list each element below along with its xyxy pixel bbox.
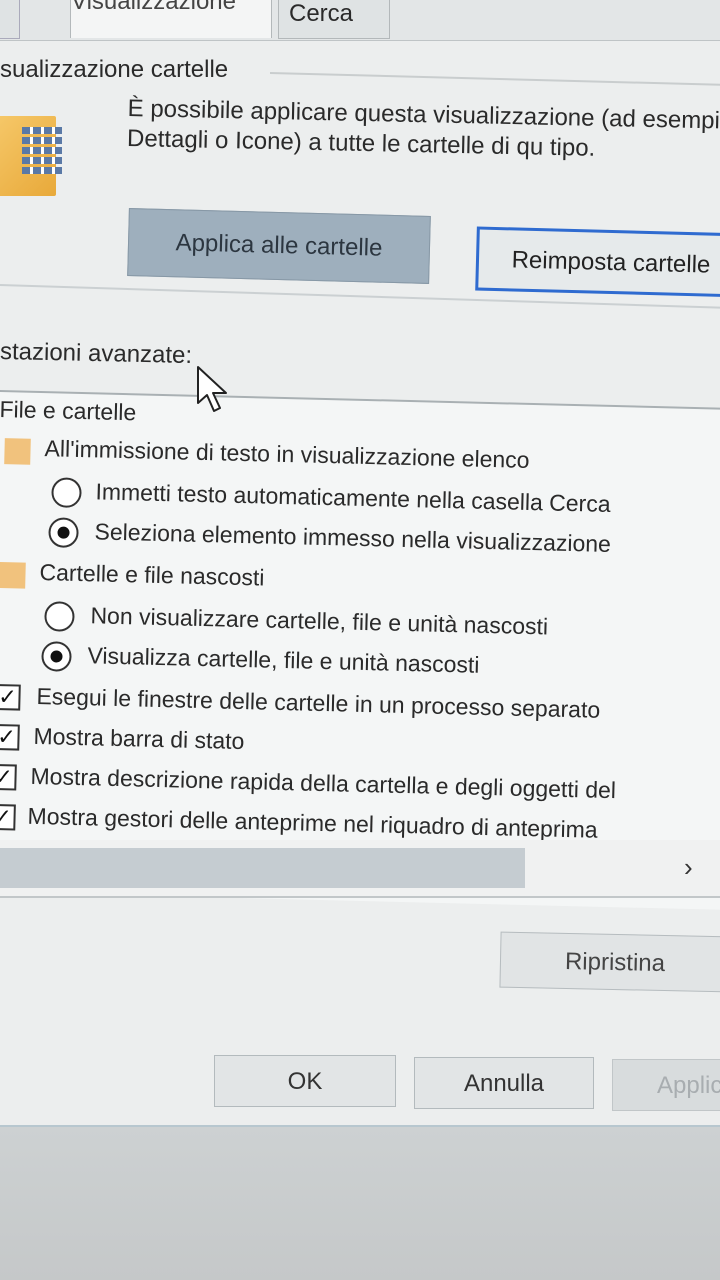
category-icon (4, 438, 31, 465)
apply-to-folders-button[interactable]: Applica alle cartelle (127, 208, 431, 284)
tab-view[interactable]: Visualizzazione (70, 0, 272, 38)
option-label[interactable]: Mostra descrizione rapida della cartella… (30, 763, 616, 804)
category-list-typing: All'immissione di testo in visualizzazio… (44, 435, 530, 473)
checkbox-separate-process[interactable]: ✓ (0, 683, 21, 711)
group-border (269, 72, 720, 87)
apply-button[interactable]: Applica (612, 1059, 720, 1111)
tab-bar: Visualizzazione Cerca (0, 0, 720, 41)
folder-options-dialog: Visualizzazione Cerca sualizzazione cart… (0, 0, 720, 1127)
tab-search-label: Cerca (289, 0, 354, 27)
radio-show-hidden-files[interactable] (41, 641, 72, 672)
checkbox-folder-tooltip[interactable]: ✓ (0, 763, 17, 791)
folder-views-description: È possibile applicare questa visualizzaz… (126, 94, 720, 162)
tab-view-label: Visualizzazione (71, 0, 236, 15)
reset-folders-button[interactable]: Reimposta cartelle (475, 226, 720, 298)
scrollbar-thumb[interactable] (0, 848, 525, 888)
tab-general[interactable] (0, 0, 20, 39)
option-label[interactable]: Mostra gestori delle anteprime nel riqua… (27, 803, 598, 844)
option-label[interactable]: Immetti testo automaticamente nella case… (95, 478, 611, 518)
advanced-settings-label: stazioni avanzate: (0, 338, 193, 370)
option-label[interactable]: Non visualizzare cartelle, file e unità … (90, 602, 548, 640)
folder-views-title: sualizzazione cartelle (0, 56, 235, 84)
scroll-right-icon[interactable]: › (684, 852, 693, 883)
checkbox-status-bar[interactable]: ✓ (0, 723, 20, 751)
advanced-settings-list[interactable]: File e cartelle All'immissione di testo … (0, 390, 720, 910)
folder-view-icon (0, 116, 62, 196)
option-label[interactable]: Mostra barra di stato (33, 723, 244, 755)
option-label[interactable]: Visualizza cartelle, file e unità nascos… (87, 642, 480, 679)
tab-search[interactable]: Cerca (278, 0, 390, 39)
cancel-button[interactable]: Annulla (414, 1057, 594, 1109)
tree-root-files-folders: File e cartelle (0, 395, 137, 426)
radio-select-typed-item[interactable] (48, 517, 79, 548)
horizontal-scrollbar[interactable]: › (0, 840, 720, 898)
option-label[interactable]: Seleziona elemento immesso nella visuali… (94, 518, 611, 558)
option-label[interactable]: Esegui le finestre delle cartelle in un … (36, 683, 600, 724)
checkbox-preview-handlers[interactable]: ✓ (0, 803, 16, 831)
category-icon (0, 562, 26, 589)
radio-hide-hidden-files[interactable] (44, 601, 75, 632)
ok-button[interactable]: OK (214, 1055, 396, 1107)
radio-auto-type-search[interactable] (51, 477, 82, 509)
desk-background (0, 1127, 720, 1280)
category-hidden-files: Cartelle e file nascosti (39, 559, 265, 591)
restore-defaults-button[interactable]: Ripristina (499, 931, 720, 993)
